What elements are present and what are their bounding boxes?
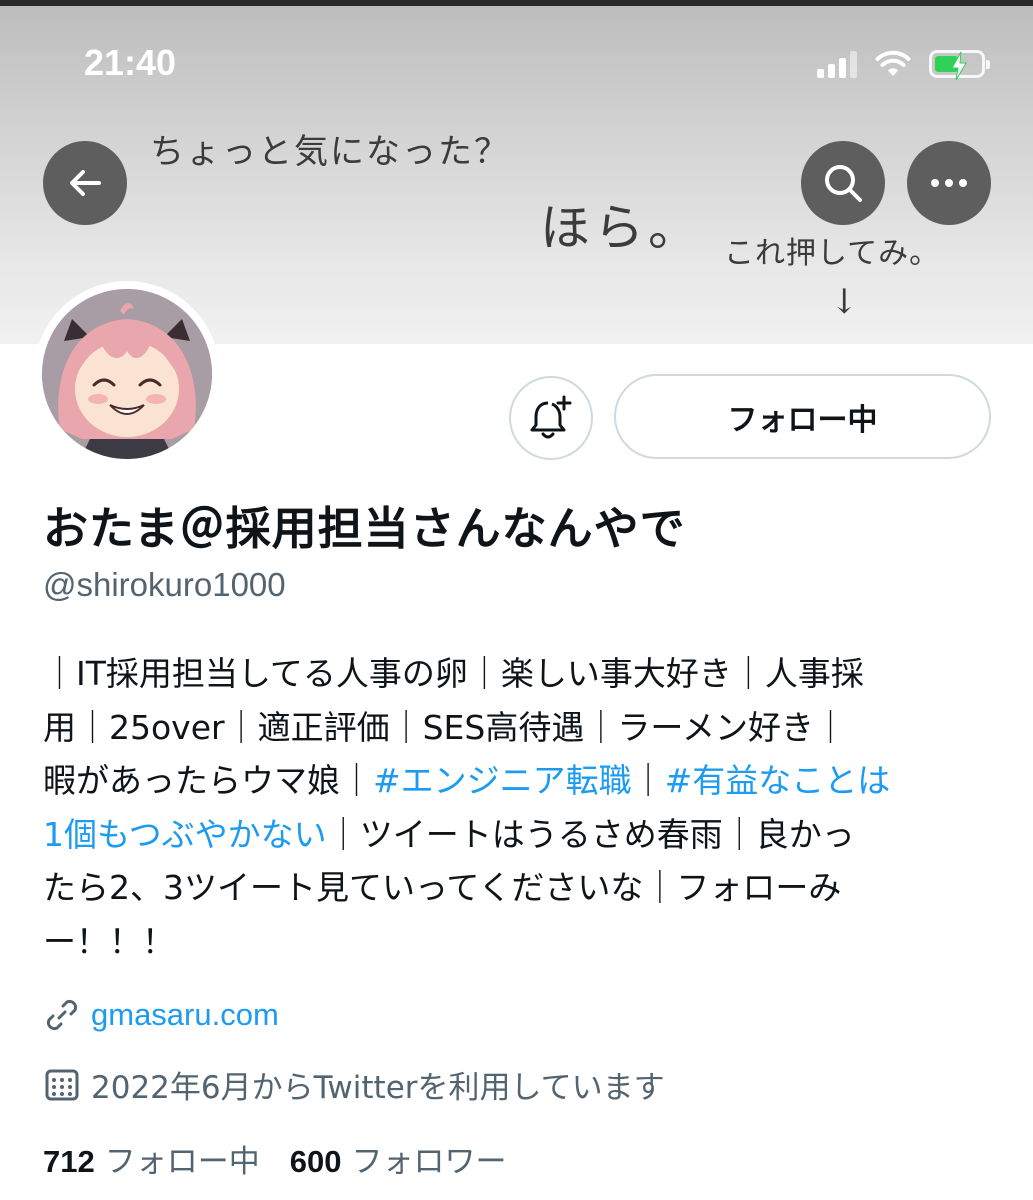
bio-line-4: 1個もつぶやかない｜ツイートはうるさめ春雨｜良かっ xyxy=(43,808,993,862)
notification-bell-add-icon xyxy=(530,395,572,439)
status-time: 21:40 xyxy=(84,42,177,83)
website-link[interactable]: gmasaru.com xyxy=(91,997,279,1033)
bio-line-5: たら2、3ツイート見ていってくださいな｜フォローみ xyxy=(43,868,842,907)
bio-line-6: ー！！！ xyxy=(43,921,175,961)
hashtag-engineer-tenshoku[interactable]: #エンジニア転職 xyxy=(373,761,632,800)
hashtag-yueki-part1[interactable]: #有益なことは xyxy=(665,761,891,800)
battery-icon xyxy=(929,50,990,81)
more-button[interactable] xyxy=(907,141,991,225)
banner-text-1: ちょっと気になった？ xyxy=(150,132,510,172)
followers-label: フォロワー xyxy=(351,1144,507,1180)
hashtag-yueki-part2[interactable]: 1個もつぶやかない xyxy=(43,815,327,854)
bio-line-1: ｜IT採用担当してる人事の卵｜楽しい事大好き｜人事採 xyxy=(43,654,864,693)
search-button[interactable] xyxy=(801,141,885,225)
banner-arrow: ↓ xyxy=(830,282,859,322)
back-arrow-icon xyxy=(70,170,101,196)
followers-count-link[interactable]: 600 フォロワー xyxy=(290,1136,507,1181)
banner-text-2: ほら。 xyxy=(540,199,702,257)
bio-separator: ｜ xyxy=(631,761,665,800)
notification-button[interactable] xyxy=(509,376,593,460)
banner-text-3: これ押してみ。 xyxy=(724,236,941,271)
joined-row: 2022年6月からTwitterを利用しています xyxy=(43,1062,665,1107)
joined-date-text: 2022年6月からTwitterを利用しています xyxy=(91,1070,665,1106)
user-handle: @shirokuro1000 xyxy=(43,566,286,603)
bio-line-2: 用｜25over｜適正評価｜SES高待遇｜ラーメン好き｜ xyxy=(43,707,848,747)
more-icon xyxy=(931,179,967,187)
bio-text: ｜ツイートはうるさめ春雨｜良かっ xyxy=(326,814,855,854)
back-button[interactable] xyxy=(43,141,127,225)
bio-line-3: 暇があったらウマ娘｜#エンジニア転職｜#有益なことは xyxy=(43,754,993,808)
status-icons xyxy=(817,50,990,81)
follow-counts: 712 フォロー中 600 フォロワー xyxy=(43,1136,506,1181)
search-icon xyxy=(825,165,862,202)
calendar-icon xyxy=(45,1069,79,1100)
avatar[interactable] xyxy=(34,281,220,467)
following-count: 712 xyxy=(43,1144,95,1179)
signal-icon xyxy=(817,50,857,78)
bio-text: 暇があったらウマ娘｜ xyxy=(43,761,373,800)
avatar-image xyxy=(42,289,212,459)
website-row: gmasaru.com xyxy=(43,996,279,1034)
wifi-icon xyxy=(875,50,911,76)
display-name: おたま＠採用担当さんなんやで xyxy=(43,502,686,555)
profile-bio: ｜IT採用担当してる人事の卵｜楽しい事大好き｜人事採 用｜25over｜適正評価… xyxy=(43,647,993,968)
following-button[interactable]: フォロー中 xyxy=(614,374,991,459)
link-icon xyxy=(46,999,78,1031)
following-label: フォロー中 xyxy=(104,1144,260,1180)
followers-count: 600 xyxy=(289,1144,342,1179)
following-count-link[interactable]: 712 フォロー中 xyxy=(43,1136,260,1181)
